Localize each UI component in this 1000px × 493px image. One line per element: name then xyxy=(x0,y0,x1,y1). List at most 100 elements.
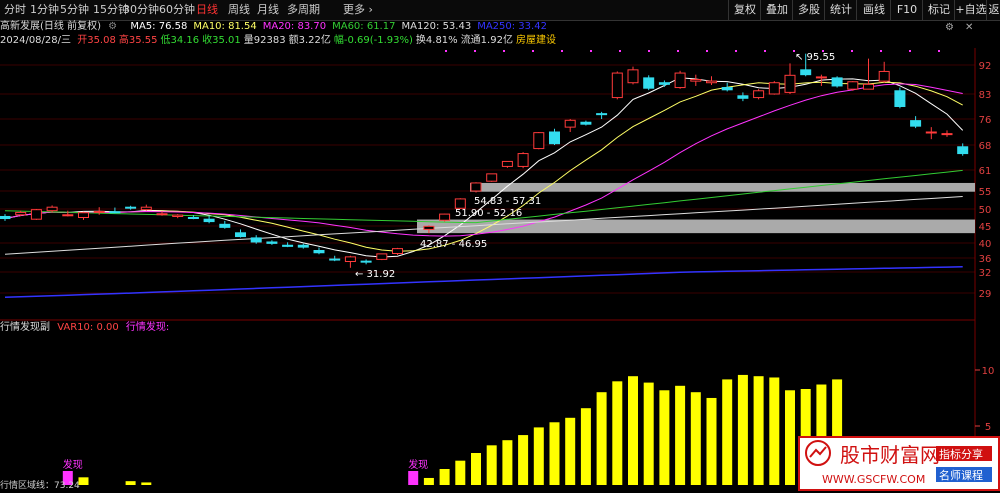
price-tick: 92 xyxy=(979,61,992,72)
signal-dot xyxy=(938,50,940,52)
candlestick-chart[interactable]: 92 83 76 68 61 55 50 45 40 36 32 29 ↖ 95.55 ← 31.92 54… xyxy=(0,48,1000,348)
candle-body xyxy=(486,173,498,182)
price-tick: 36 xyxy=(979,254,992,265)
toolbar-button[interactable]: 返 xyxy=(986,0,1000,20)
close-icon[interactable]: ✕ xyxy=(965,21,973,35)
period-tab[interactable]: 周线 xyxy=(228,0,250,20)
indicator-bar xyxy=(502,440,513,485)
low-marker: ← 31.92 xyxy=(355,269,395,280)
period-tab[interactable]: 30分钟 xyxy=(123,0,159,20)
candle-body xyxy=(596,113,608,116)
candle-body xyxy=(156,213,168,216)
period-tab[interactable]: 分时 xyxy=(4,0,26,20)
indicator-bottom-text: 行情区域线：73.24 xyxy=(0,481,80,491)
high-marker: ↖ 95.55 xyxy=(795,52,835,63)
candle-body xyxy=(187,217,199,219)
candle-body xyxy=(109,211,121,214)
ma-label: MA250: 33.42 xyxy=(477,21,547,32)
signal-dot xyxy=(590,50,592,52)
candle-body xyxy=(910,120,922,127)
quote-field: 幅-0.69(-1.93%) xyxy=(333,35,413,46)
toolbar-button[interactable]: F10 xyxy=(890,0,923,20)
stock-info-row: 高新发展(日线 前复权) ⚙ MA5: 76.58 MA10: 81.54 MA20… xyxy=(0,20,547,34)
indicator-bar xyxy=(753,376,764,485)
candle-body xyxy=(203,218,215,223)
price-tick: 45 xyxy=(979,222,992,233)
candle-body xyxy=(957,146,969,155)
candle-body xyxy=(376,253,388,260)
toolbar-button[interactable]: 叠加 xyxy=(760,0,793,20)
period-tab[interactable]: 多周期 xyxy=(287,0,320,20)
price-tick: 83 xyxy=(979,90,992,101)
gear-icon[interactable]: ⚙ xyxy=(108,21,117,32)
signal-dot xyxy=(648,50,650,52)
candle-body xyxy=(517,153,529,167)
quote-date: 2024/08/28/三 xyxy=(0,35,72,46)
candle-body xyxy=(172,214,184,217)
period-tab[interactable]: 60分钟 xyxy=(159,0,195,20)
candle-body xyxy=(721,87,733,91)
zone-label: 54.83 - 57.31 xyxy=(474,196,541,207)
candle-body xyxy=(564,119,576,128)
svg-text:指标分享: 指标分享 xyxy=(939,447,983,461)
indicator-bar xyxy=(141,482,152,485)
period-tab[interactable]: 1分钟 xyxy=(30,0,59,20)
indicator-title[interactable]: 行情发现副 xyxy=(0,322,50,333)
period-tab[interactable]: 日线 xyxy=(196,0,218,20)
toolbar-button[interactable]: 复权 xyxy=(728,0,761,20)
indicator-bar xyxy=(643,382,654,485)
candle-body xyxy=(690,79,702,82)
ma-label: MA120: 53.43 xyxy=(401,21,472,32)
indicator-bar xyxy=(706,397,717,485)
indicator-bar xyxy=(439,469,450,485)
price-tick: 61 xyxy=(979,166,992,177)
period-tab[interactable]: 5分钟 xyxy=(60,0,89,20)
indicator-tick: 5 xyxy=(985,422,991,433)
indicator-bar xyxy=(628,376,638,485)
quote-field: 流通1.92亿 xyxy=(460,35,513,46)
indicator-bar xyxy=(785,390,795,485)
price-tick: 29 xyxy=(979,289,992,300)
var-label: VAR10: 0.00 xyxy=(57,322,119,333)
indicator-bar xyxy=(423,477,434,485)
settings-icon[interactable]: ⚙ xyxy=(945,21,954,35)
indicator-header: 行情发现副 VAR10: 0.00 行情发现: xyxy=(0,321,169,335)
indicator-bar xyxy=(596,392,607,485)
quote-field: 低34.16 xyxy=(160,35,200,46)
candle-body xyxy=(580,121,592,125)
candle-body xyxy=(470,182,482,192)
quote-field: 高35.55 xyxy=(118,35,158,46)
indicator-bar xyxy=(722,379,733,485)
toolbar-button[interactable]: 统计 xyxy=(824,0,857,20)
candle-body xyxy=(250,237,262,243)
ma-label: MA60: 61.17 xyxy=(332,21,396,32)
toolbar-button[interactable]: 多股 xyxy=(792,0,825,20)
toolbar-button[interactable]: 标记 xyxy=(922,0,955,20)
signal-dot xyxy=(909,50,911,52)
candle-body xyxy=(266,241,278,244)
stock-title[interactable]: 高新发展(日线 前复权) xyxy=(0,21,101,32)
toolbar-button[interactable]: 画线 xyxy=(856,0,891,20)
candle-body xyxy=(439,213,451,221)
candle-body xyxy=(297,244,309,248)
price-tick: 55 xyxy=(979,187,992,198)
svg-text:名师课程: 名师课程 xyxy=(939,468,983,482)
signal-dot xyxy=(677,50,679,52)
indicator-bar xyxy=(549,422,560,485)
period-tab[interactable]: 更多 › xyxy=(343,0,373,20)
indicator-bar xyxy=(675,385,686,485)
toolbar-button[interactable]: +自选 xyxy=(954,0,987,20)
indicator-bar xyxy=(471,453,481,485)
indicator-bar xyxy=(737,374,748,485)
candle-body xyxy=(78,212,89,219)
candle-body xyxy=(344,256,356,262)
signal-dot xyxy=(445,50,447,52)
period-tab[interactable]: 月线 xyxy=(257,0,279,20)
candle-body xyxy=(894,90,906,108)
candle-body xyxy=(313,250,325,254)
candle-body xyxy=(15,211,27,216)
candle-body xyxy=(658,82,670,85)
candle-body xyxy=(643,77,655,89)
indicator-bar xyxy=(518,435,529,485)
candle-body xyxy=(878,70,890,82)
